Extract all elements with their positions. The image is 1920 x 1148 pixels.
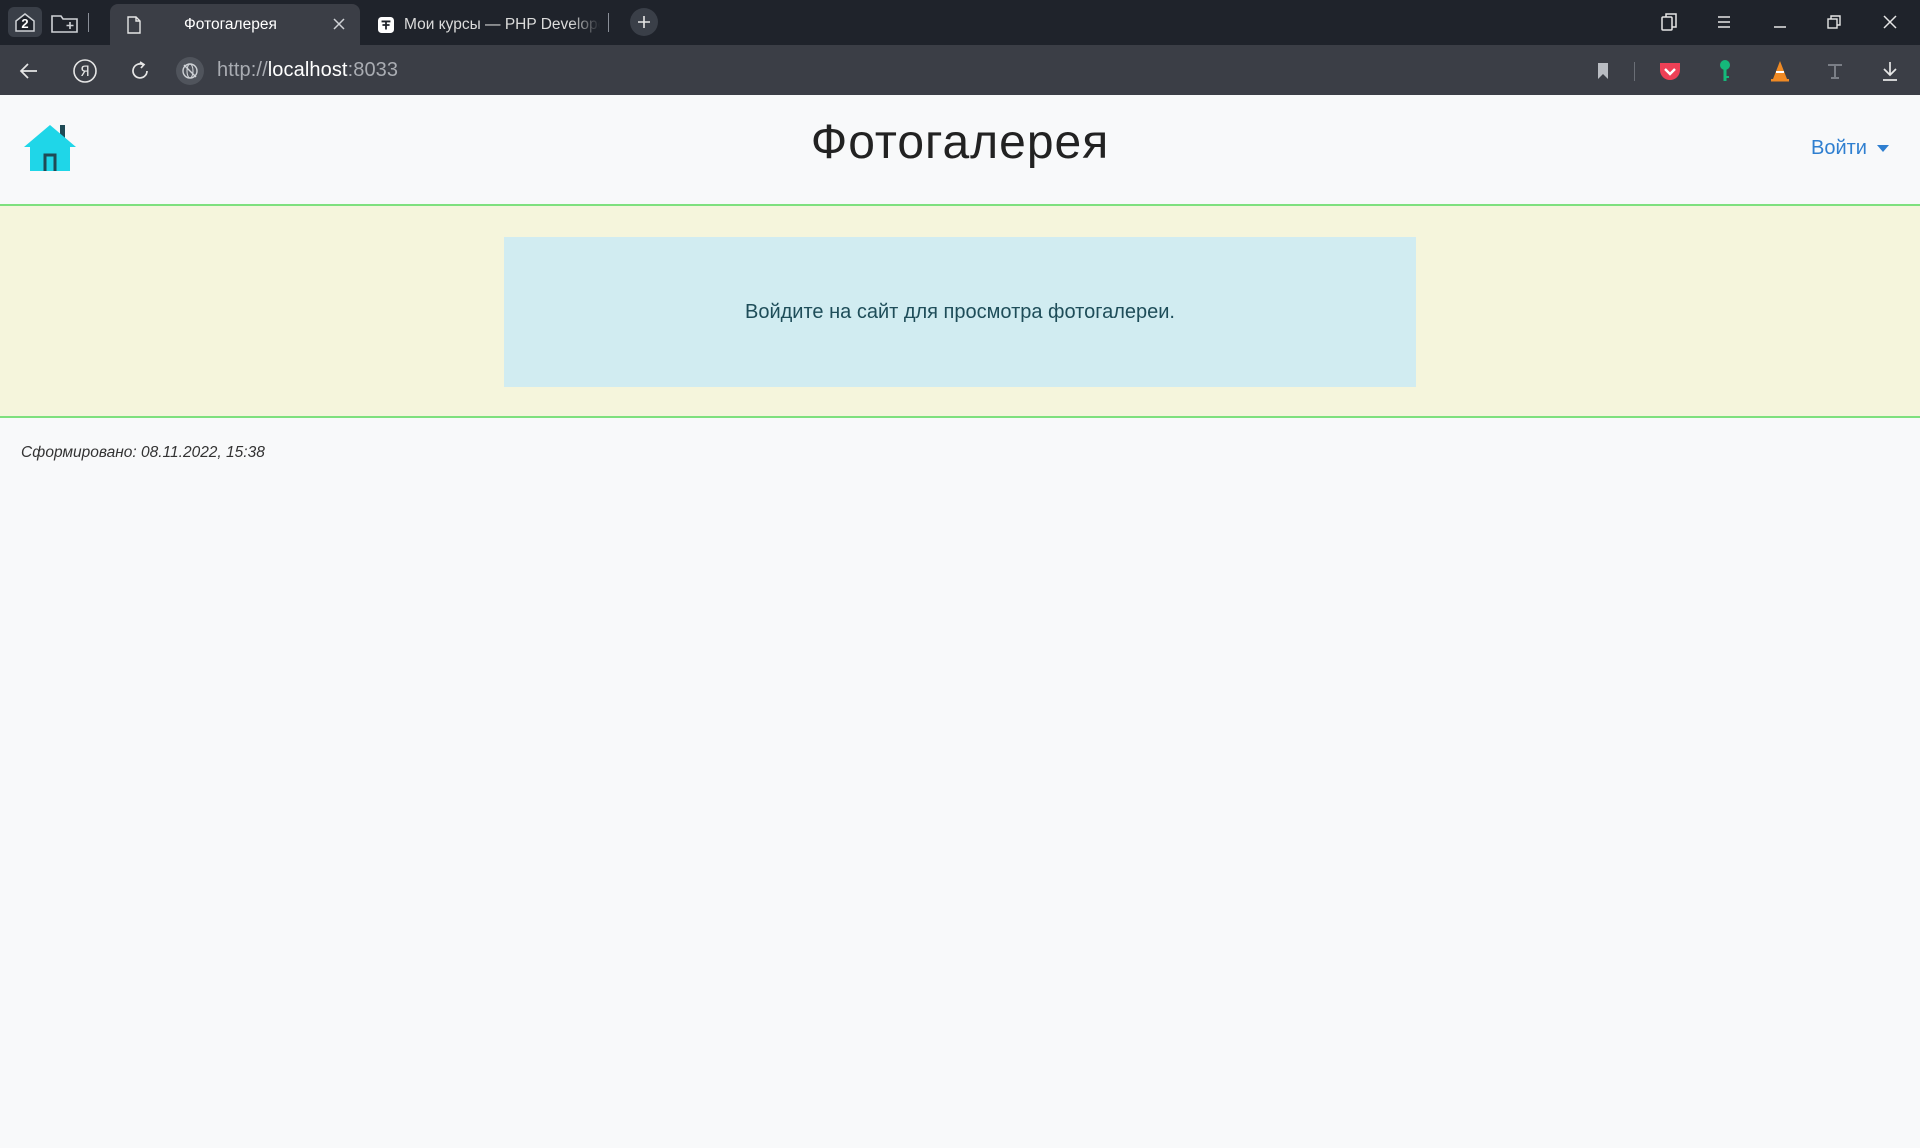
login-dropdown[interactable]: Войти — [1811, 137, 1889, 160]
key-icon — [1720, 60, 1730, 81]
pocket-icon — [1660, 63, 1680, 80]
tab-separator — [88, 13, 89, 32]
plus-icon — [638, 16, 650, 28]
collections-button[interactable] — [1657, 11, 1681, 33]
generated-timestamp: Сформировано: 08.11.2022, 15:38 — [21, 444, 265, 461]
url-field[interactable]: http://localhost:8033 — [217, 59, 398, 82]
translate-extension-button[interactable] — [1821, 57, 1849, 85]
svg-text:Я: Я — [80, 64, 90, 80]
close-icon — [1883, 15, 1897, 29]
restore-icon — [1827, 15, 1841, 29]
site-header: Фотогалерея Войти — [0, 95, 1920, 206]
globe-off-icon — [182, 63, 198, 79]
traffic-cone-icon — [1771, 61, 1789, 82]
bookmarks-panel-icon — [1661, 13, 1677, 31]
hamburger-icon — [1718, 16, 1730, 28]
page-icon — [127, 16, 141, 34]
tab-title: Мои курсы — PHP Developer — [404, 16, 600, 33]
vlc-extension-button[interactable] — [1766, 57, 1794, 85]
tab-counter-button[interactable]: 2 — [8, 7, 42, 37]
restore-button[interactable] — [1822, 11, 1846, 33]
minimize-button[interactable] — [1768, 11, 1792, 33]
back-button[interactable] — [16, 58, 42, 84]
site-info-button[interactable] — [176, 57, 204, 85]
tab-count: 2 — [21, 15, 29, 31]
browser-tab-bar: 2 Фотогалерея Мои курсы — PHP Developer — [0, 0, 1920, 45]
main-content: Войдите на сайт для просмотра фотогалере… — [0, 206, 1920, 418]
page-title: Фотогалерея — [810, 116, 1110, 169]
close-icon[interactable] — [332, 17, 346, 31]
login-required-alert: Войдите на сайт для просмотра фотогалере… — [504, 237, 1416, 387]
minimize-icon — [1774, 26, 1786, 28]
reload-icon — [132, 61, 148, 79]
arrow-left-icon — [19, 63, 37, 79]
url-protocol: http:// — [217, 59, 268, 81]
caret-down-icon — [1876, 145, 1889, 152]
key-extension-button[interactable] — [1711, 57, 1739, 85]
text-t-icon — [1828, 64, 1842, 79]
new-tab-group-button[interactable] — [50, 11, 80, 35]
bookmark-icon — [1598, 63, 1608, 79]
tab-photogallery[interactable]: Фотогалерея — [110, 4, 360, 45]
tab-my-courses[interactable]: Мои курсы — PHP Developer — [362, 4, 608, 45]
geekbrains-favicon-icon — [378, 17, 394, 33]
menu-button[interactable] — [1712, 11, 1736, 33]
toolbar-separator — [1634, 62, 1635, 81]
folder-plus-icon — [51, 15, 78, 33]
yandex-icon: Я — [73, 59, 97, 83]
tab-separator — [608, 13, 609, 32]
reload-button[interactable] — [127, 58, 153, 84]
url-host: localhost — [267, 59, 348, 81]
tab-title: Фотогалерея — [184, 16, 277, 33]
bookmark-button[interactable] — [1589, 57, 1617, 85]
yandex-button[interactable]: Я — [72, 58, 98, 84]
close-window-button[interactable] — [1878, 11, 1902, 33]
alert-text: Войдите на сайт для просмотра фотогалере… — [745, 300, 1175, 323]
download-icon — [1883, 62, 1897, 81]
address-bar: Я http://localhost:8033 — [0, 45, 1920, 95]
pocket-extension-button[interactable] — [1656, 57, 1684, 85]
url-port: :8033 — [347, 59, 399, 81]
login-label: Войти — [1811, 137, 1867, 159]
downloads-button[interactable] — [1876, 57, 1904, 85]
new-tab-button[interactable] — [630, 8, 658, 36]
